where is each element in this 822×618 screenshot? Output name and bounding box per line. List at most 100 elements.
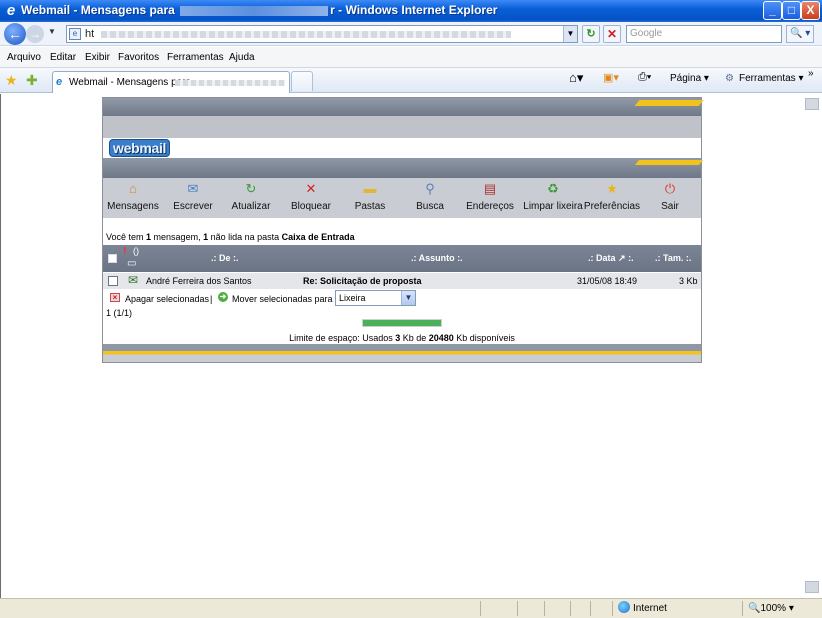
window-title: Webmail - Mensagens para r - Windows Int… <box>21 3 497 17</box>
title-bar: e Webmail - Mensagens para r - Windows I… <box>0 0 822 22</box>
message-date: 31/05/08 18:49 <box>577 276 638 286</box>
move-selected-link[interactable]: Mover selecionadas para <box>232 294 333 304</box>
toolbar-button-3[interactable]: ✕ Bloquear <box>278 180 344 212</box>
move-target-value: Lixeira <box>339 293 366 303</box>
toolbar-button-6[interactable]: ▤ Endereços <box>457 180 523 212</box>
move-target-select[interactable]: Lixeira ▼ <box>335 290 416 306</box>
logo-row: webmail <box>103 138 701 158</box>
add-favorites-icon[interactable]: ✚ <box>26 72 38 89</box>
menu-ferramentas[interactable]: Ferramentas <box>167 52 224 63</box>
toolbar-icon: ⌂ <box>129 181 137 196</box>
quota-text-3: Kb disponíveis <box>453 333 515 343</box>
toolbar-button-1[interactable]: ✉ Escrever <box>160 180 226 212</box>
minimize-button[interactable]: _ <box>763 1 782 20</box>
menu-arquivo[interactable]: Arquivo <box>7 52 41 63</box>
vertical-scrollbar[interactable] <box>803 94 822 598</box>
toolbar-button-0[interactable]: ⌂ Mensagens <box>100 180 166 212</box>
header-band <box>103 98 704 116</box>
pagination[interactable]: 1 (1/1) <box>106 308 132 318</box>
refresh-button[interactable]: ↻ <box>582 25 600 43</box>
print-icon[interactable]: ⎙▾ <box>638 71 651 84</box>
toolbar-label: Atualizar <box>231 201 271 212</box>
status-pane <box>480 601 481 616</box>
toolbar-label: Mensagens <box>107 201 159 212</box>
header-band-2 <box>103 158 704 178</box>
row-checkbox[interactable] <box>108 276 118 286</box>
message-subject[interactable]: Re: Solicitação de proposta <box>303 276 422 286</box>
table-row[interactable]: ✉ André Ferreira dos Santos Re: Solicita… <box>103 273 701 289</box>
status-pane <box>612 601 613 616</box>
close-button[interactable]: X <box>801 1 820 20</box>
tools-menu[interactable]: Ferramentas ▾ <box>739 73 804 84</box>
toolbar-icon: ⚲ <box>425 181 435 196</box>
back-button[interactable]: ← <box>4 23 26 45</box>
forward-button[interactable]: → <box>26 25 44 43</box>
select-all-checkbox[interactable] <box>108 254 117 263</box>
maximize-button[interactable]: □ <box>782 1 801 20</box>
tab-bar: ★ ✚ e Webmail - Mensagens para ⌂▾ ▣▾ ⎙▾ … <box>0 68 822 93</box>
url-dropdown-icon[interactable]: ▼ <box>563 26 577 42</box>
zoom-dropdown-icon[interactable]: ▾ <box>789 603 794 614</box>
page-menu[interactable]: Página ▾ <box>670 73 709 84</box>
toolbar-icon: ▬ <box>363 181 377 196</box>
feeds-icon[interactable]: ▣▾ <box>603 71 619 84</box>
window-title-prefix: Webmail - Mensagens para <box>21 3 175 17</box>
stop-button[interactable]: ✕ <box>603 25 621 43</box>
favorites-star-icon[interactable]: ★ <box>5 72 18 89</box>
status-pane <box>570 601 571 616</box>
history-dropdown-icon[interactable]: ▼ <box>48 27 56 36</box>
menu-favoritos[interactable]: Favoritos <box>118 52 159 63</box>
toolbar-button-8[interactable]: ★ Preferências <box>579 180 645 212</box>
scroll-down-arrow[interactable] <box>805 581 819 593</box>
delete-icon[interactable]: × <box>110 293 120 302</box>
sort-icon[interactable]: ↗ :. <box>618 253 634 263</box>
menu-ajuda[interactable]: Ajuda <box>229 52 255 63</box>
toolbar-button-7[interactable]: ♻ Limpar lixeira <box>520 180 586 212</box>
column-date-label: .: Data <box>588 253 616 263</box>
toolbar-button-9[interactable]: ⏻ Sair <box>637 180 703 212</box>
column-date[interactable]: .: Data ↗ :. <box>588 253 634 264</box>
tab-webmail[interactable]: e Webmail - Mensagens para <box>52 71 290 93</box>
envelope-icon: ✉ <box>128 273 139 287</box>
toolbar-icon: ★ <box>606 181 618 196</box>
message-list-header: ! () ▭ .: De :. .: Assunto :. .: Data ↗ … <box>103 245 701 272</box>
toolbar-button-2[interactable]: ↻ Atualizar <box>218 180 284 212</box>
more-commands-button[interactable]: » <box>808 68 814 79</box>
column-size[interactable]: .: Tam. :. <box>655 253 691 263</box>
status-pane <box>517 601 518 616</box>
redacted-url <box>101 31 511 38</box>
delete-selected-link[interactable]: Apagar selecionadas <box>125 294 209 304</box>
separator: | <box>210 294 213 304</box>
toolbar-button-4[interactable]: ▬ Pastas <box>337 180 403 212</box>
move-icon[interactable]: ➜ <box>218 292 228 302</box>
scroll-up-arrow[interactable] <box>805 98 819 110</box>
menu-editar[interactable]: Editar <box>50 52 76 63</box>
column-from[interactable]: .: De :. <box>211 253 239 263</box>
summary-text-3: não lida na pasta <box>208 232 282 242</box>
tools-menu-label: Ferramentas <box>739 73 796 84</box>
toolbar-label: Escrever <box>173 201 213 212</box>
toolbar-icon: ▤ <box>483 181 497 196</box>
zoom-level[interactable]: 🔍100% ▾ <box>748 603 794 614</box>
ie-page-icon: e <box>56 76 63 88</box>
chevron-down-icon[interactable]: ▼ <box>401 291 415 305</box>
summary-text-1: Você tem <box>106 232 147 242</box>
menu-bar: Arquivo Editar Exibir Favoritos Ferramen… <box>0 47 822 68</box>
mailbox-summary: Você tem 1 mensagem, 1 não lida na pasta… <box>106 232 355 242</box>
security-zone[interactable]: Internet <box>633 603 667 614</box>
home-icon[interactable]: ⌂▾ <box>569 70 583 86</box>
search-button[interactable]: 🔍 ▾ <box>786 25 814 43</box>
window-title-suffix: r - Windows Internet Explorer <box>330 3 498 17</box>
folder-name: Caixa de Entrada <box>281 232 355 242</box>
column-subject[interactable]: .: Assunto :. <box>411 253 463 263</box>
toolbar-button-5[interactable]: ⚲ Busca <box>397 180 463 212</box>
menu-exibir[interactable]: Exibir <box>85 52 110 63</box>
status-pane <box>544 601 545 616</box>
search-input[interactable]: Google <box>626 25 782 43</box>
new-tab-button[interactable] <box>291 71 313 91</box>
toolbar-label: Pastas <box>354 201 386 212</box>
url-input[interactable]: e ht ▼ <box>66 25 578 43</box>
summary-text-2: mensagem, <box>151 232 204 242</box>
toolbar-icon: ♻ <box>547 181 559 196</box>
message-from[interactable]: André Ferreira dos Santos <box>146 276 252 286</box>
